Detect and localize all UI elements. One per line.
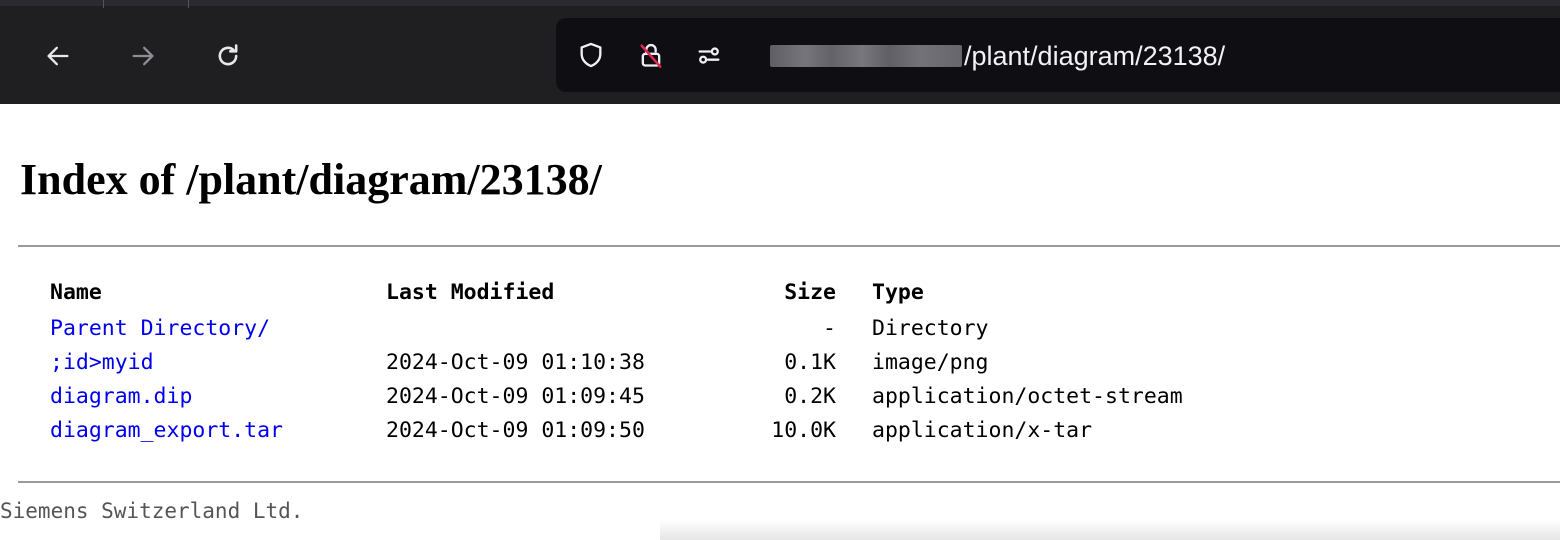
tab-strip xyxy=(0,0,1560,6)
modified-cell: 2024-Oct-09 01:09:50 xyxy=(386,418,645,443)
size-cell: - xyxy=(823,316,836,341)
redacted-host xyxy=(770,45,962,67)
page-title: Index of /plant/diagram/23138/ xyxy=(20,155,602,204)
column-header-size: Size xyxy=(784,280,836,305)
arrow-left-icon xyxy=(47,46,69,66)
reload-button[interactable] xyxy=(206,34,250,78)
divider xyxy=(18,481,1560,483)
modified-cell: 2024-Oct-09 01:10:38 xyxy=(386,350,645,375)
size-cell: 10.0K xyxy=(771,418,836,443)
column-header-name: Name xyxy=(50,280,102,305)
type-cell: application/octet-stream xyxy=(872,384,1183,409)
size-cell: 0.1K xyxy=(784,350,836,375)
size-cell: 0.2K xyxy=(784,384,836,409)
insecure-lock-icon[interactable] xyxy=(636,40,666,70)
url-bar[interactable]: /plant/diagram/23138/ xyxy=(556,18,1560,92)
tab-separator xyxy=(103,0,104,8)
back-button[interactable] xyxy=(36,34,80,78)
type-cell: image/png xyxy=(872,350,989,375)
forward-button[interactable] xyxy=(121,34,165,78)
browser-toolbar: /plant/diagram/23138/ xyxy=(0,0,1560,104)
file-link[interactable]: ;id>myid xyxy=(50,346,154,380)
drop-shadow xyxy=(660,520,1560,540)
file-link[interactable]: diagram_export.tar xyxy=(50,414,283,448)
column-header-type: Type xyxy=(872,280,924,305)
divider xyxy=(18,245,1560,247)
parent-directory-link[interactable]: Parent Directory/ xyxy=(50,312,270,346)
tracking-protection-icon[interactable] xyxy=(576,40,606,70)
tab-separator xyxy=(188,0,189,8)
reload-icon xyxy=(218,44,238,66)
url-path[interactable]: /plant/diagram/23138/ xyxy=(964,38,1225,74)
arrow-right-icon xyxy=(132,46,154,66)
permissions-icon[interactable] xyxy=(694,40,724,70)
modified-cell: 2024-Oct-09 01:09:45 xyxy=(386,384,645,409)
file-link[interactable]: diagram.dip xyxy=(50,380,192,414)
type-cell: Directory xyxy=(872,316,989,341)
column-header-modified: Last Modified xyxy=(386,280,555,305)
type-cell: application/x-tar xyxy=(872,418,1093,443)
server-footer: Siemens Switzerland Ltd. xyxy=(0,499,304,523)
